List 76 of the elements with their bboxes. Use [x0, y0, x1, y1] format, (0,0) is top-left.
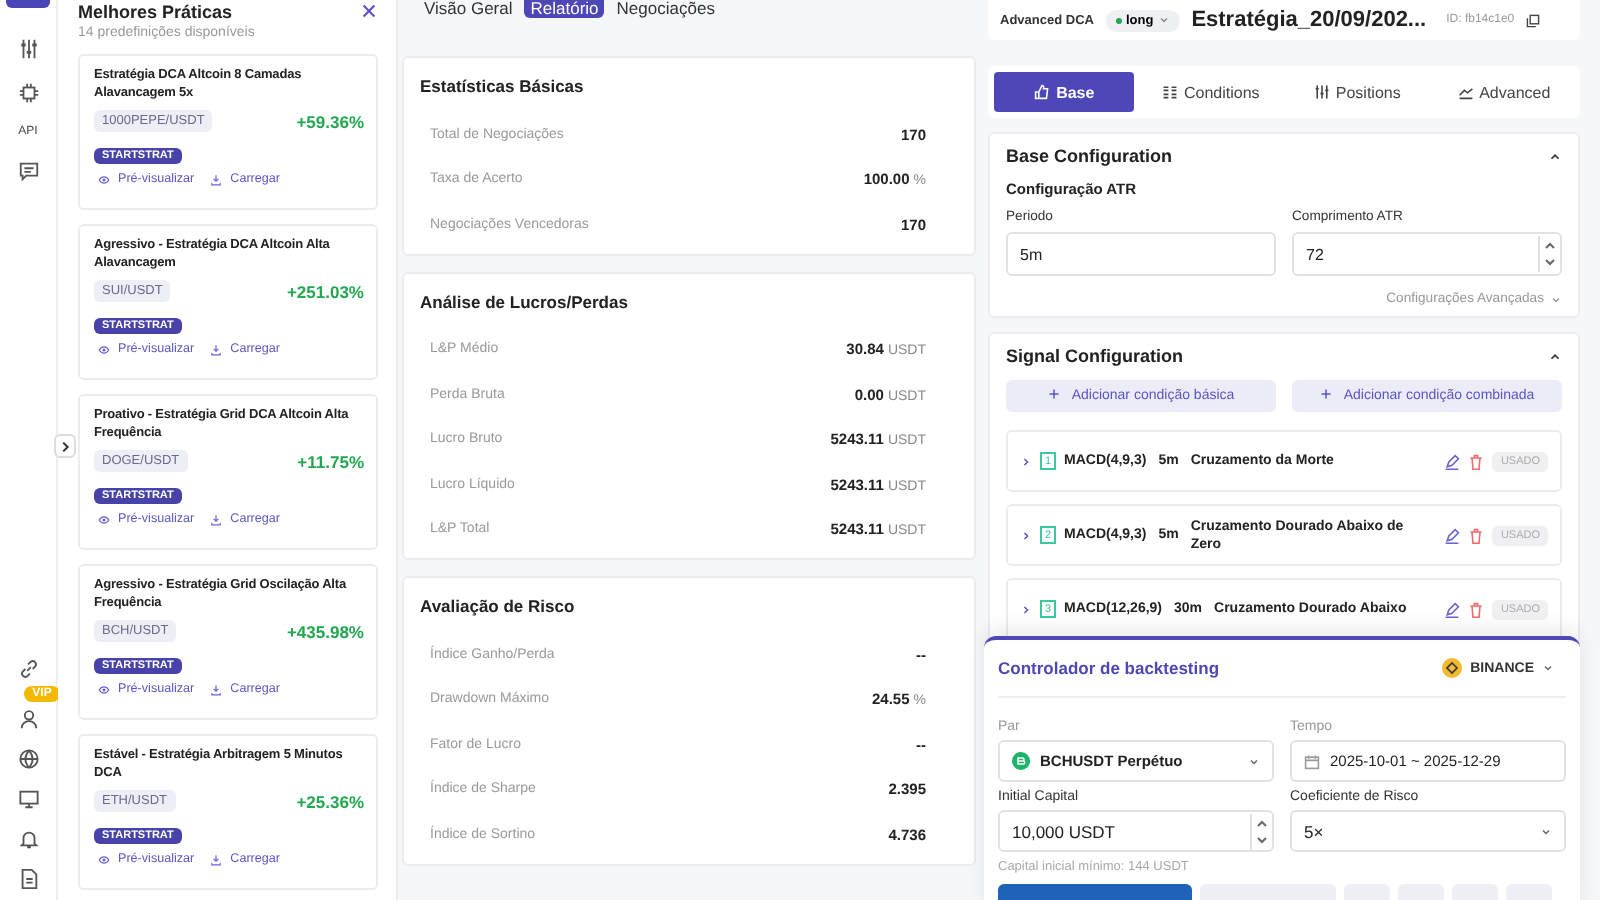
panel-title: Melhores Práticas [78, 2, 235, 22]
sliders-icon [1313, 84, 1330, 100]
atr-length-field[interactable]: 72 [1292, 232, 1562, 276]
download-icon [210, 683, 223, 695]
link-icon[interactable] [17, 658, 39, 680]
section-title: Análise de Lucros/Perdas [420, 291, 630, 311]
return-text: +11.75% [297, 451, 364, 471]
download-icon [210, 513, 223, 525]
collapse-icon[interactable] [1548, 349, 1562, 363]
period-field[interactable]: 5m [1006, 232, 1276, 276]
chevron-right-icon [58, 439, 72, 453]
chevron-right-icon[interactable] [1020, 529, 1032, 541]
eye-icon [98, 853, 110, 865]
download-icon [210, 853, 223, 865]
caret-icon [1540, 825, 1552, 837]
capital-field[interactable]: 10,000 USDT [998, 810, 1274, 852]
sliders-icon[interactable] [17, 38, 39, 60]
config-tab[interactable]: Conditions [1140, 72, 1281, 112]
download-icon [210, 343, 223, 355]
chat-icon[interactable] [17, 160, 39, 182]
grid-icon [1161, 84, 1178, 100]
section-title: Base Configuration [1006, 146, 1173, 166]
coin-icon [1012, 752, 1030, 770]
stepper-icon[interactable] [1538, 236, 1560, 272]
download-icon [210, 173, 223, 185]
chip-icon[interactable] [17, 82, 39, 104]
plus-icon [1319, 388, 1332, 401]
chevron-right-icon[interactable] [1020, 455, 1032, 467]
monitor-icon[interactable] [17, 788, 39, 810]
eye-icon [98, 343, 110, 355]
logo-block [6, 0, 50, 8]
strategy-name: Estratégia_20/09/202... [1191, 8, 1427, 32]
trash-icon[interactable] [1468, 527, 1485, 543]
globe-icon[interactable] [17, 748, 39, 770]
caret-icon [1248, 755, 1260, 767]
return-text: +435.98% [286, 621, 364, 641]
caret-icon [1550, 293, 1562, 305]
return-text: +251.03% [286, 281, 364, 301]
trash-icon[interactable] [1468, 601, 1485, 617]
config-tab[interactable]: Positions [1287, 72, 1428, 112]
expand-button[interactable] [54, 434, 76, 458]
chart-icon [1457, 84, 1474, 100]
config-tab[interactable]: Base [994, 72, 1135, 112]
report-tab[interactable]: Negociações [610, 0, 721, 18]
close-icon[interactable] [360, 2, 378, 20]
config-tab[interactable]: Advanced [1433, 72, 1574, 112]
report-tab[interactable]: Visão Geral [418, 0, 519, 18]
eye-icon [98, 513, 110, 525]
stepper-icon[interactable] [1250, 813, 1272, 849]
exchange-logo-icon [1442, 658, 1463, 678]
collapse-icon[interactable] [1548, 149, 1562, 163]
return-text: +59.36% [296, 111, 364, 131]
eye-icon [98, 173, 110, 185]
calendar-icon [1304, 753, 1320, 769]
edit-icon[interactable] [1444, 527, 1461, 543]
thumbs-up-icon [1034, 84, 1051, 100]
caret-icon [1542, 662, 1554, 674]
panel-title: Controlador de backtesting [998, 658, 1220, 678]
trash-icon[interactable] [1468, 453, 1485, 469]
section-title: Avaliação de Risco [420, 596, 577, 616]
document-icon[interactable] [17, 868, 39, 890]
copy-icon[interactable] [1526, 13, 1541, 27]
plus-icon [1047, 388, 1060, 401]
risk-dropdown[interactable]: 5× [1290, 810, 1566, 852]
chevron-right-icon[interactable] [1020, 603, 1032, 615]
edit-icon[interactable] [1444, 601, 1461, 617]
bell-icon[interactable] [17, 828, 39, 850]
caret-icon [1157, 14, 1170, 26]
return-text: +25.36% [296, 791, 364, 811]
section-title: Signal Configuration [1006, 346, 1183, 366]
user-icon[interactable] [17, 708, 39, 730]
status-dot-icon [1115, 17, 1122, 23]
eye-icon [98, 683, 110, 695]
section-title: Estatísticas Básicas [420, 76, 586, 96]
report-tab[interactable]: Relatório [524, 0, 605, 18]
edit-icon[interactable] [1444, 453, 1461, 469]
